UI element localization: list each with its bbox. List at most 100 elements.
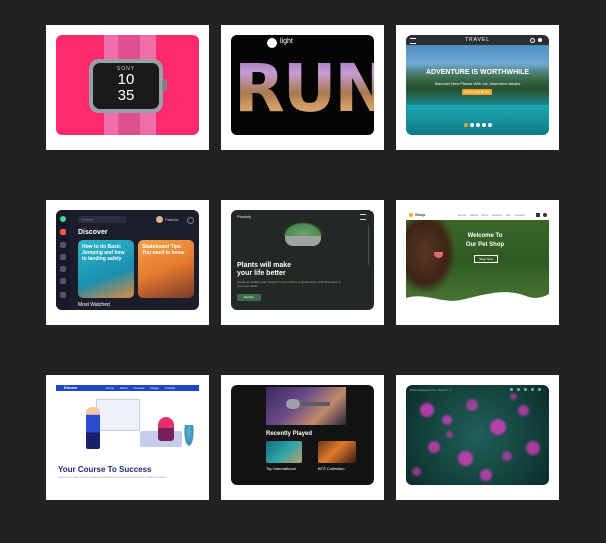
nav-link-courses[interactable]: Courses bbox=[133, 386, 144, 390]
user-icon bbox=[538, 38, 542, 42]
wave-shape bbox=[406, 292, 549, 310]
bokeh-circle bbox=[510, 393, 517, 400]
dot-active[interactable] bbox=[464, 123, 468, 127]
control-icon[interactable] bbox=[517, 388, 520, 391]
nav-icon[interactable] bbox=[60, 266, 66, 272]
illustration-person-2 bbox=[158, 417, 174, 441]
template-card-pet[interactable]: Shop Home About Shop Service Pet Contact… bbox=[396, 200, 559, 325]
template-card-dashboard[interactable]: Search Patricia Discover How to do Basic… bbox=[46, 200, 209, 325]
preview-pet: Shop Home About Shop Service Pet Contact… bbox=[406, 210, 549, 310]
section-footer: Most Watched bbox=[78, 302, 110, 308]
explore-button[interactable]: Explore bbox=[237, 294, 261, 301]
logo-circle-icon bbox=[267, 38, 277, 48]
carousel-dots bbox=[464, 123, 494, 127]
album-cover-1[interactable] bbox=[266, 441, 302, 463]
template-card-music[interactable]: Recently Played Top International BTS Co… bbox=[221, 375, 384, 500]
run-logo: light bbox=[280, 38, 293, 45]
template-card-plants[interactable]: Plantsfy Plants will make your life bett… bbox=[221, 200, 384, 325]
nav-link-service[interactable]: Service bbox=[492, 213, 502, 217]
card-title: Skateboard Tips You need to know bbox=[142, 244, 185, 256]
dot[interactable] bbox=[488, 123, 492, 127]
bokeh-circle bbox=[412, 467, 421, 476]
pet-brand: Shop bbox=[415, 212, 425, 217]
bokeh-circle bbox=[526, 441, 540, 455]
template-card-run[interactable]: light RUN bbox=[221, 25, 384, 150]
nav-link-shop[interactable]: Shop bbox=[481, 213, 488, 217]
bokeh-circle bbox=[490, 419, 506, 435]
wave-divider bbox=[406, 292, 549, 310]
plants-headline: Plants will make your life better bbox=[237, 262, 292, 277]
control-icon[interactable] bbox=[510, 388, 513, 391]
nav-link-contact[interactable]: Contact bbox=[514, 213, 524, 217]
course-body: Lorem ipsum dolor sit amet consectetur a… bbox=[58, 476, 166, 479]
scroll-rail bbox=[368, 225, 369, 265]
album-cover-2[interactable] bbox=[318, 441, 356, 463]
travel-subtitle: Discover New Places With Us, Adventure A… bbox=[434, 81, 521, 86]
nav-link-pet[interactable]: Pet bbox=[506, 213, 511, 217]
dot[interactable] bbox=[470, 123, 474, 127]
control-icon[interactable] bbox=[524, 388, 527, 391]
preview-watch: SONY 10 35 bbox=[56, 35, 199, 135]
card-title: How to do Basic Jumping and how to landi… bbox=[82, 244, 125, 262]
template-card-travel[interactable]: TRAVEL ADVENTURE IS WORTHWHILE Discover … bbox=[396, 25, 559, 150]
course-headline: Your Course To Success bbox=[58, 465, 152, 474]
menu-icon[interactable] bbox=[360, 214, 366, 220]
user-icon[interactable] bbox=[543, 213, 547, 217]
preview-travel: TRAVEL ADVENTURE IS WORTHWHILE Discover … bbox=[406, 35, 549, 135]
course-brand: Edcare bbox=[64, 385, 78, 390]
bokeh-circle bbox=[466, 399, 478, 411]
nav-link-pages[interactable]: Pages bbox=[150, 386, 159, 390]
watch-hour: 10 bbox=[117, 71, 135, 88]
template-card-watch[interactable]: SONY 10 35 bbox=[46, 25, 209, 150]
nav-icon[interactable] bbox=[60, 242, 66, 248]
plants-brand: Plantsfy bbox=[237, 214, 252, 219]
preview-course: Edcare Home About Courses Pages Contact … bbox=[56, 385, 199, 485]
nav-link-about[interactable]: About bbox=[470, 213, 478, 217]
nav-link-about[interactable]: About bbox=[120, 386, 128, 390]
hero-image bbox=[266, 387, 346, 425]
dog-image bbox=[406, 220, 454, 292]
nav-link-home[interactable]: Home bbox=[458, 213, 466, 217]
nav-icon[interactable] bbox=[60, 254, 66, 260]
cart-icon[interactable] bbox=[536, 213, 540, 217]
illustration-person-1 bbox=[86, 407, 100, 449]
section-title: Discover bbox=[78, 229, 108, 236]
video-card-1[interactable]: How to do Basic Jumping and how to landi… bbox=[78, 240, 134, 298]
album-title-2: BTS Collection bbox=[318, 466, 345, 471]
travel-headline: ADVENTURE IS WORTHWHILE bbox=[425, 69, 530, 76]
template-card-bokeh[interactable]: Bokeh Background - Gold Pt. 2 bbox=[396, 375, 559, 500]
discover-button[interactable]: DISCOVER MORE bbox=[462, 89, 492, 95]
pet-headline: Welcome To Our Pet Shop bbox=[465, 233, 505, 248]
template-card-course[interactable]: Edcare Home About Courses Pages Contact … bbox=[46, 375, 209, 500]
plant-leaves bbox=[283, 222, 323, 236]
nav-link-contact[interactable]: Contact bbox=[165, 386, 175, 390]
dot[interactable] bbox=[482, 123, 486, 127]
nav-link-home[interactable]: Home bbox=[106, 386, 114, 390]
avatar[interactable] bbox=[156, 216, 163, 223]
bokeh-title: Bokeh Background - Gold Pt. 2 bbox=[410, 388, 452, 392]
search-icon bbox=[530, 38, 535, 43]
dot[interactable] bbox=[476, 123, 480, 127]
nav-icon-active[interactable] bbox=[60, 229, 66, 235]
control-icon[interactable] bbox=[531, 388, 534, 391]
nav-icon[interactable] bbox=[60, 292, 66, 298]
album-title-1: Top International bbox=[266, 466, 296, 471]
settings-icon[interactable] bbox=[187, 217, 194, 224]
course-nav: Home About Courses Pages Contact bbox=[106, 386, 175, 390]
bokeh-circle bbox=[428, 441, 440, 453]
player-controls bbox=[510, 388, 546, 392]
nav-icon[interactable] bbox=[60, 278, 66, 284]
bokeh-circle bbox=[446, 431, 453, 438]
preview-music: Recently Played Top International BTS Co… bbox=[231, 385, 374, 485]
control-icon[interactable] bbox=[538, 388, 541, 391]
run-headline: RUN bbox=[234, 50, 374, 127]
search-input[interactable]: Search bbox=[78, 216, 127, 223]
preview-dashboard: Search Patricia Discover How to do Basic… bbox=[56, 210, 199, 310]
illustration-board bbox=[96, 399, 140, 431]
preview-bokeh: Bokeh Background - Gold Pt. 2 bbox=[406, 385, 549, 485]
shop-now-button[interactable]: Shop Now bbox=[474, 255, 498, 263]
bokeh-circle bbox=[420, 403, 434, 417]
video-card-2[interactable]: Skateboard Tips You need to know bbox=[138, 240, 194, 298]
bokeh-circle bbox=[458, 451, 473, 466]
preview-plants: Plantsfy Plants will make your life bett… bbox=[231, 210, 374, 310]
